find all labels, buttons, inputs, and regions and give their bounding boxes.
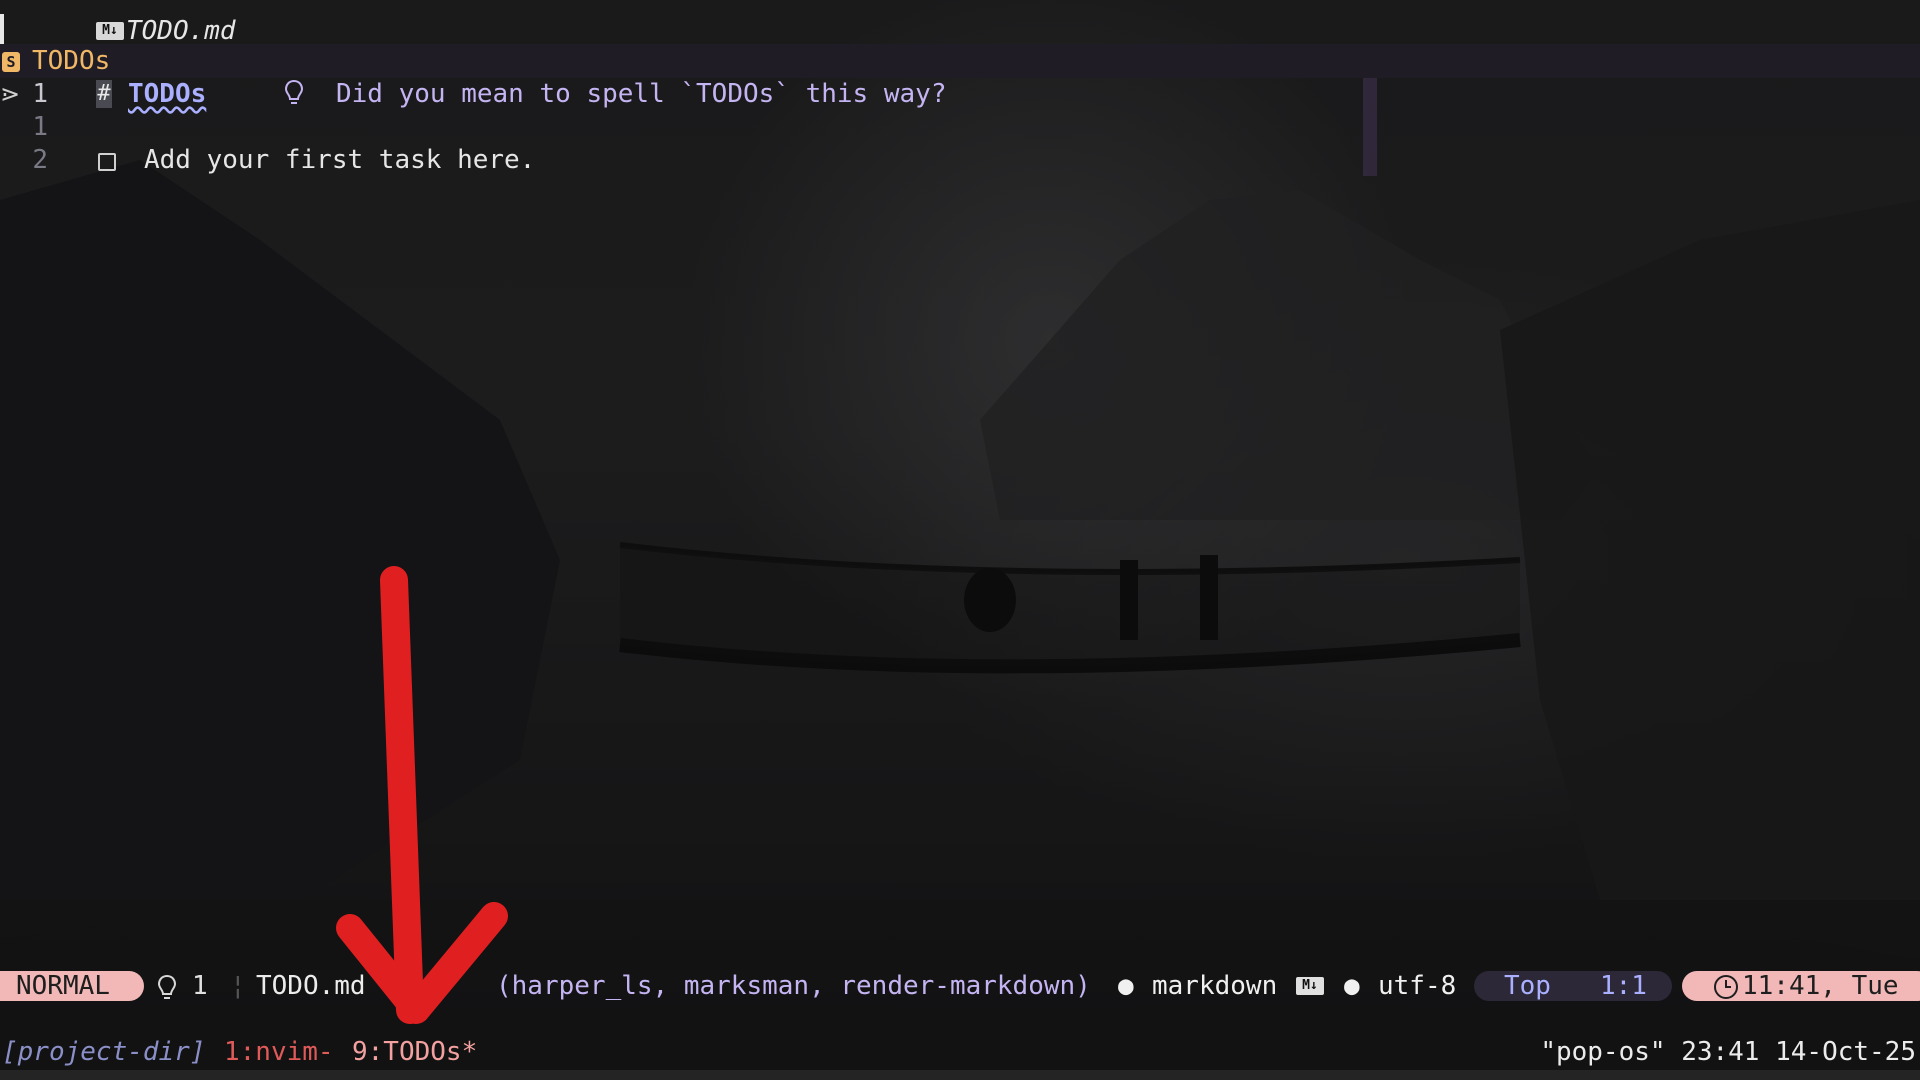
terminal-screen: M↓ TODO.md S TODOs ⋗ 1 # TODOs Did you m… bbox=[0, 0, 1920, 1080]
annotation-arrow-icon bbox=[336, 566, 508, 1024]
